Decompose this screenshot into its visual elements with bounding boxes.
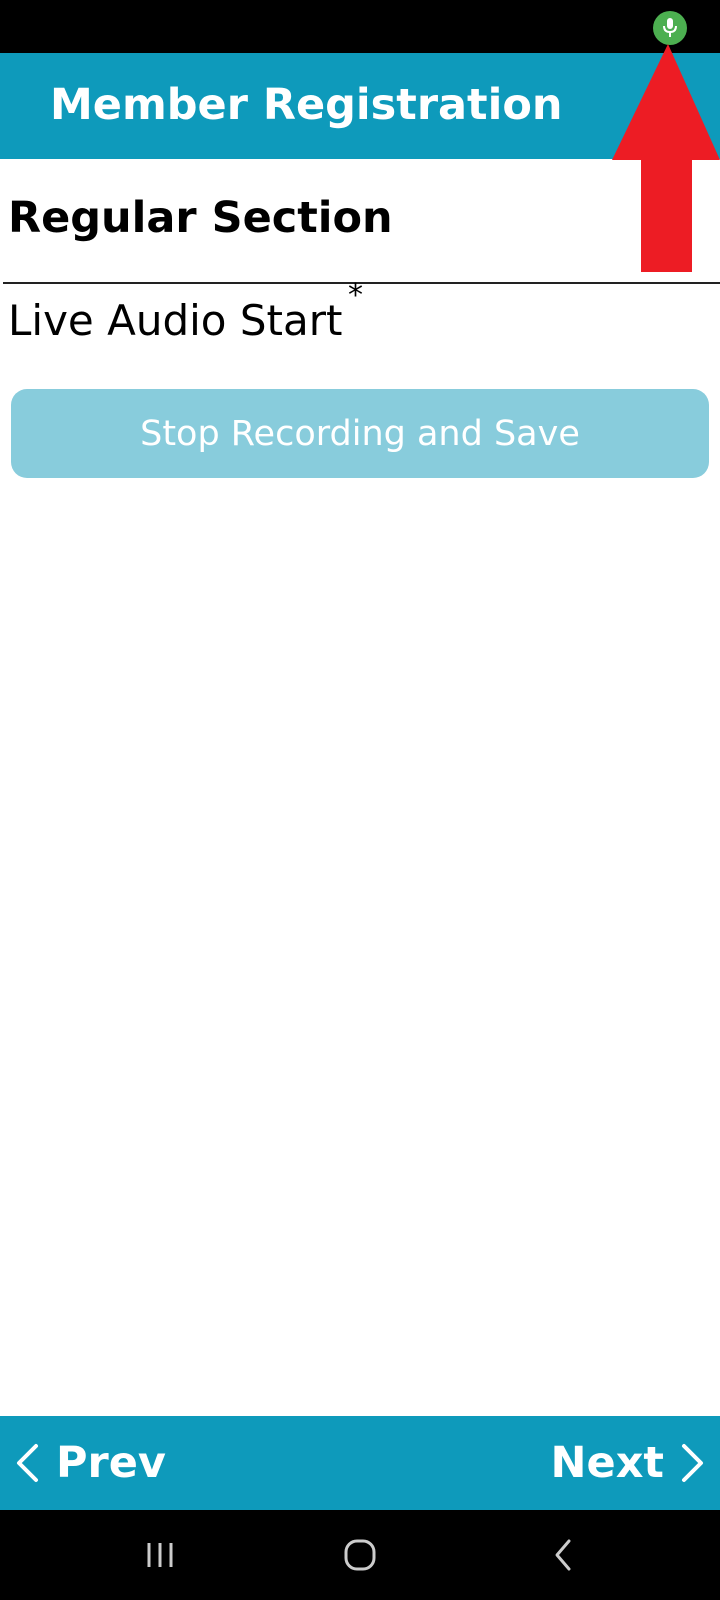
next-label: Next [550, 1438, 664, 1488]
mic-icon [653, 11, 687, 45]
question-label: Live Audio Start [8, 296, 343, 345]
system-nav-bar [0, 1510, 720, 1600]
prev-label: Prev [56, 1438, 166, 1488]
required-marker: * [348, 278, 363, 313]
page-title: Member Registration [50, 80, 563, 130]
back-icon[interactable] [518, 1510, 608, 1600]
stop-recording-button[interactable]: Stop Recording and Save [11, 389, 709, 478]
annotation-arrow [612, 44, 720, 272]
prev-button[interactable]: Prev [14, 1416, 166, 1510]
section-title: Regular Section [8, 193, 393, 243]
home-icon[interactable] [315, 1510, 405, 1600]
chevron-left-icon [17, 1444, 38, 1482]
nav-footer: Prev Next [0, 1416, 720, 1510]
recents-icon[interactable] [115, 1510, 205, 1600]
next-button[interactable]: Next [551, 1416, 706, 1510]
chevron-right-icon [682, 1444, 703, 1482]
